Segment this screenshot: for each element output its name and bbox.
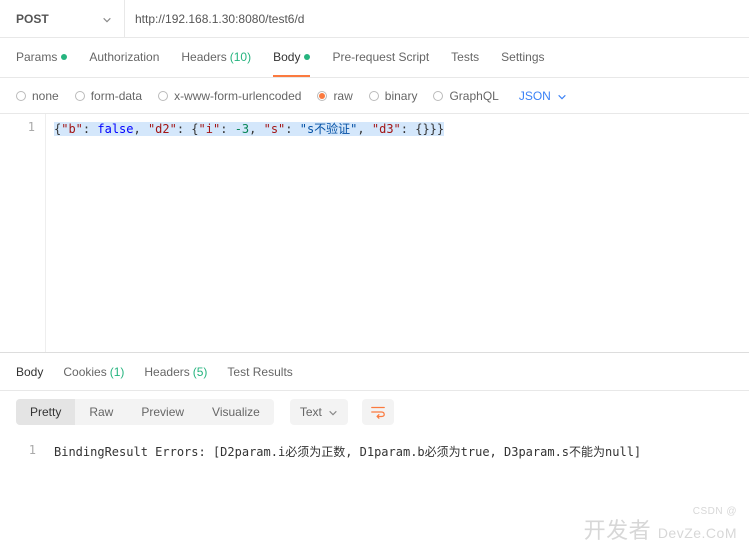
- body-type-graphql[interactable]: GraphQL: [433, 89, 498, 103]
- body-type-binary[interactable]: binary: [369, 89, 418, 103]
- tab-tests[interactable]: Tests: [451, 38, 479, 77]
- radio-icon: [158, 91, 168, 101]
- response-text[interactable]: BindingResult Errors: [D2param.i必须为正数, D…: [46, 437, 749, 466]
- response-view-group: Pretty Raw Preview Visualize: [16, 399, 274, 425]
- body-type-form-data[interactable]: form-data: [75, 89, 142, 103]
- resp-tab-body[interactable]: Body: [16, 353, 43, 390]
- request-tabs: Params Authorization Headers(10) Body Pr…: [0, 38, 749, 78]
- body-type-none[interactable]: none: [16, 89, 59, 103]
- radio-icon: [369, 91, 379, 101]
- line-gutter: 1: [0, 437, 46, 466]
- code-area[interactable]: {"b": false, "d2": {"i": -3, "s": "s不验证"…: [46, 114, 749, 352]
- chevron-down-icon: [102, 14, 112, 24]
- dot-icon: [61, 54, 67, 60]
- body-format-select[interactable]: JSON: [519, 89, 567, 103]
- radio-icon: [75, 91, 85, 101]
- wrap-lines-button[interactable]: [362, 399, 394, 425]
- response-toolbar: Pretty Raw Preview Visualize Text: [0, 391, 749, 433]
- line-number: 1: [0, 120, 35, 134]
- radio-icon: [433, 91, 443, 101]
- response-body-editor[interactable]: 1 BindingResult Errors: [D2param.i必须为正数,…: [0, 433, 749, 466]
- tab-authorization[interactable]: Authorization: [89, 38, 159, 77]
- resp-tab-headers[interactable]: Headers(5): [144, 353, 207, 390]
- view-preview[interactable]: Preview: [127, 399, 198, 425]
- view-raw[interactable]: Raw: [75, 399, 127, 425]
- radio-icon: [317, 91, 327, 101]
- response-format-select[interactable]: Text: [290, 399, 348, 425]
- http-method-label: POST: [16, 12, 49, 26]
- line-gutter: 1: [0, 114, 46, 352]
- chevron-down-icon: [328, 407, 338, 417]
- body-type-row: none form-data x-www-form-urlencoded raw…: [0, 78, 749, 114]
- http-method-select[interactable]: POST: [0, 0, 125, 37]
- response-tabs: Body Cookies(1) Headers(5) Test Results: [0, 353, 749, 391]
- chevron-down-icon: [557, 91, 567, 101]
- body-type-raw[interactable]: raw: [317, 89, 352, 103]
- dot-icon: [304, 54, 310, 60]
- tab-body[interactable]: Body: [273, 38, 310, 77]
- view-pretty[interactable]: Pretty: [16, 399, 75, 425]
- body-type-urlencoded[interactable]: x-www-form-urlencoded: [158, 89, 301, 103]
- line-number: 1: [0, 443, 36, 457]
- tab-settings[interactable]: Settings: [501, 38, 544, 77]
- resp-tab-test-results[interactable]: Test Results: [227, 353, 292, 390]
- radio-icon: [16, 91, 26, 101]
- watermark: CSDN @ 开发者 DevZe.CoM: [584, 506, 737, 545]
- request-url-input[interactable]: [125, 0, 749, 37]
- view-visualize[interactable]: Visualize: [198, 399, 274, 425]
- request-body-editor[interactable]: 1 {"b": false, "d2": {"i": -3, "s": "s不验…: [0, 114, 749, 352]
- tab-prerequest[interactable]: Pre-request Script: [332, 38, 429, 77]
- tab-headers[interactable]: Headers(10): [181, 38, 251, 77]
- tab-params[interactable]: Params: [16, 38, 67, 77]
- resp-tab-cookies[interactable]: Cookies(1): [63, 353, 124, 390]
